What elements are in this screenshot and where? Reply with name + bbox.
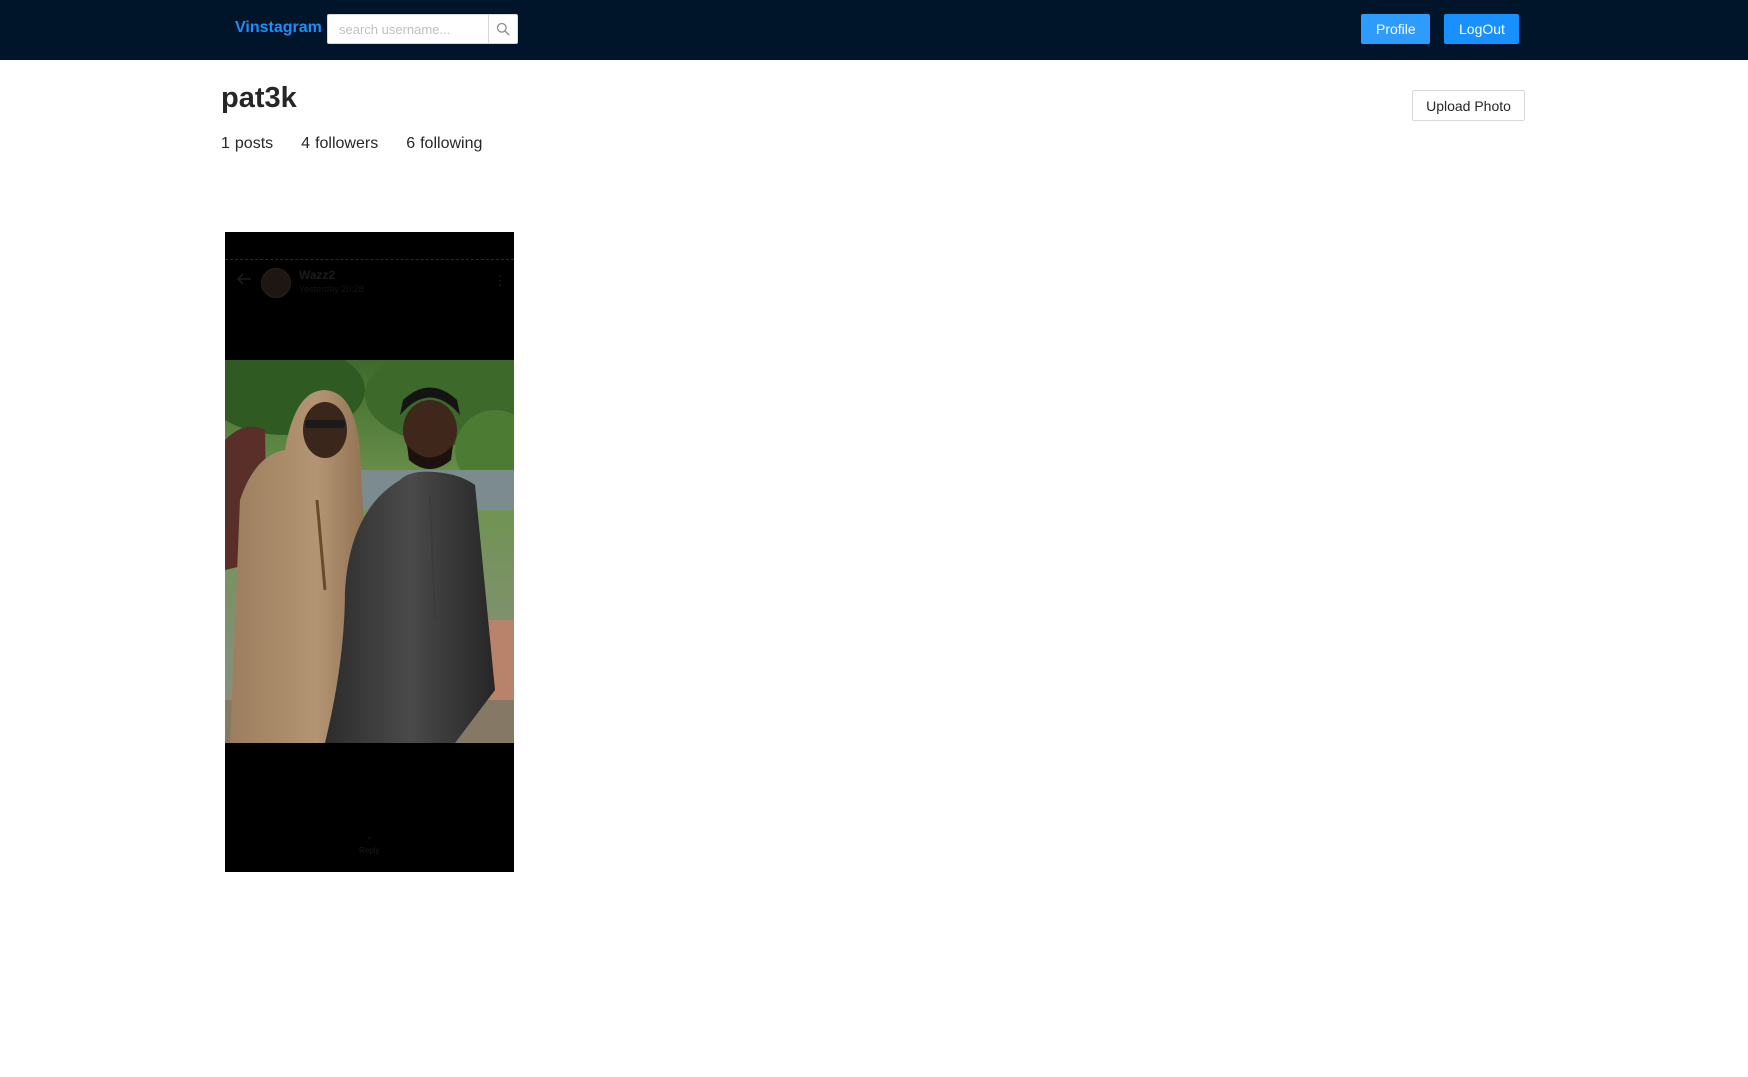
embedded-timestamp: Yesterday 20:28 [299,284,364,294]
search-bar [327,14,518,44]
profile-username: pat3k [221,82,297,114]
followers-count[interactable]: 4 followers [301,135,378,153]
brand-logo[interactable]: Vinstagram [235,19,322,37]
screenshot-status-divider [225,259,514,260]
posts-count: 1 posts [221,135,273,153]
search-icon [496,22,510,36]
stat-label: following [420,135,483,152]
embedded-reply-label: Reply [359,846,380,855]
logout-button[interactable]: LogOut [1444,14,1519,44]
chevron-up-icon: ⌃ [366,836,373,845]
search-input[interactable] [327,14,488,44]
search-button[interactable] [488,14,518,44]
profile-stats: 1 posts 4 followers 6 following [221,135,510,153]
profile-button[interactable]: Profile [1361,14,1430,44]
embedded-username: Wazz2 [299,268,336,282]
top-navbar: Vinstagram Profile LogOut [0,0,1748,60]
stat-label: followers [315,135,379,152]
back-arrow-icon [236,273,251,285]
upload-photo-button[interactable]: Upload Photo [1412,90,1525,121]
stat-count: 4 [301,135,311,152]
stat-count: 1 [221,135,230,152]
following-count[interactable]: 6 following [406,135,482,153]
more-dots-icon: ⋮ [493,272,507,288]
stat-count: 6 [406,135,416,152]
avatar [261,268,291,298]
post-photo [225,360,514,743]
post-thumbnail[interactable]: Wazz2 Yesterday 20:28 ⋮ ⌃ Reply [225,232,514,872]
stat-label: posts [234,135,274,152]
